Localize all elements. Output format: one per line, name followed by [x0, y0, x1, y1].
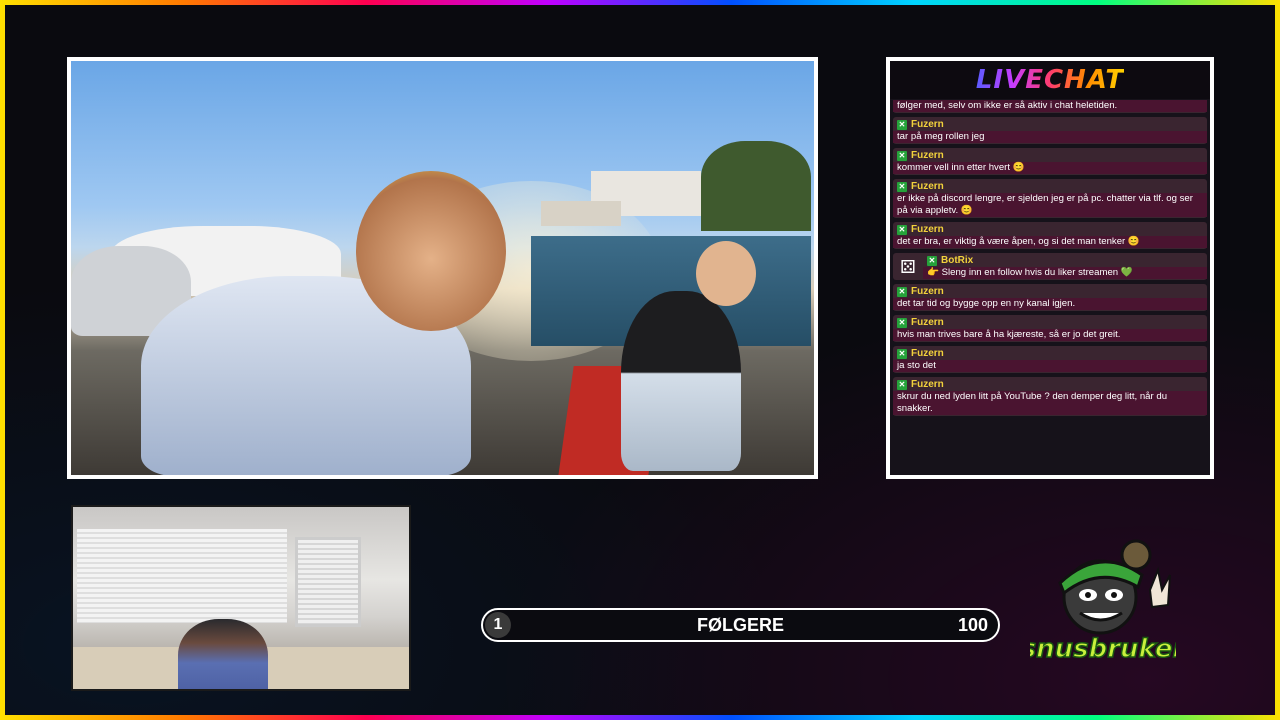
chat-username: Fuzern: [911, 150, 944, 161]
chat-username: BotRix: [941, 255, 974, 266]
chat-username: Fuzern: [911, 348, 944, 359]
user-badge-icon: ✕: [897, 181, 907, 192]
chat-message: ✕ Fuzern tar på meg rollen jeg: [893, 117, 1207, 144]
chat-message-text: hvis man trives bare å ha kjæreste, så e…: [893, 329, 1207, 341]
chat-username: Fuzern: [911, 286, 944, 297]
followers-label: FØLGERE: [696, 615, 784, 635]
chat-header: LIVECHAT: [890, 61, 1210, 99]
chat-message: ✕ Fuzern skrur du ned lyden litt på YouTu…: [893, 377, 1207, 416]
webcam-frame: [71, 505, 411, 691]
chat-message: ✕ Fuzern det tar tid og bygge opp en ny k…: [893, 284, 1207, 311]
window-blinds: [295, 537, 361, 627]
chat-username: Fuzern: [911, 181, 944, 192]
chat-message-text: 👉 Sleng inn en follow hvis du liker stre…: [923, 267, 1207, 279]
chat-username: Fuzern: [911, 119, 944, 130]
chat-message: følger med, selv om ikke er så aktiv i c…: [893, 100, 1207, 113]
user-badge-icon: ✕: [897, 286, 907, 297]
chat-message-text: ja sto det: [893, 360, 1207, 372]
chat-message-text: det er bra, er viktig å være åpen, og si…: [893, 236, 1207, 248]
chat-title: LIVECHAT: [975, 65, 1125, 95]
chat-username: Fuzern: [911, 224, 944, 235]
user-badge-icon: ✕: [897, 119, 907, 130]
logo-text: snusbruker: [1030, 634, 1176, 664]
user-badge-icon: ✕: [897, 224, 907, 235]
main-video-frame: [67, 57, 818, 479]
chat-message-text: følger med, selv om ikke er så aktiv i c…: [893, 100, 1207, 112]
chat-message: ✕ Fuzern hvis man trives bare å ha kjæres…: [893, 315, 1207, 342]
chat-message-text: kommer vell inn etter hvert 😊: [893, 162, 1207, 174]
snusbruker-logo: snusbruker: [1030, 539, 1176, 665]
chat-message-text: det tar tid og bygge opp en ny kanal igj…: [893, 298, 1207, 310]
user-badge-icon: ✕: [897, 317, 907, 328]
chat-message: ✕ Fuzern ja sto det: [893, 346, 1207, 373]
chat-message: ✕ Fuzern kommer vell inn etter hvert 😊: [893, 148, 1207, 175]
chat-message-text: er ikke på discord lengre, er sjelden je…: [893, 193, 1207, 217]
building: [541, 201, 621, 226]
chat-username: Fuzern: [911, 317, 944, 328]
chat-message: ✕ Fuzern er ikke på discord lengre, er sj…: [893, 179, 1207, 218]
chat-message-bot: ⚄ ✕ BotRix 👉 Sleng inn en follow hvis du …: [893, 253, 1207, 280]
person-right-head: [696, 241, 756, 306]
chat-message-list: følger med, selv om ikke er så aktiv i c…: [893, 99, 1207, 420]
window-blinds: [77, 529, 287, 623]
chat-message-text: skrur du ned lyden litt på YouTube ? den…: [893, 391, 1207, 415]
user-badge-icon: ✕: [897, 150, 907, 161]
followers-goal-bar: 1 FØLGERE 100: [481, 608, 1000, 642]
streamer: [178, 619, 268, 689]
chat-username: Fuzern: [911, 379, 944, 390]
main-video: [71, 61, 814, 475]
person-right: [621, 291, 741, 471]
trees: [701, 141, 811, 231]
chat-message-text: tar på meg rollen jeg: [893, 131, 1207, 143]
user-badge-icon: ✕: [897, 379, 907, 390]
followers-goal: 100: [957, 615, 988, 635]
chat-message: ✕ Fuzern det er bra, er viktig å være åpe…: [893, 222, 1207, 249]
user-badge-icon: ✕: [897, 348, 907, 359]
dice-icon: ⚄: [900, 257, 916, 277]
person-left-head: [356, 171, 506, 331]
livechat-panel: LIVECHAT følger med, selv om ikke er så …: [886, 57, 1214, 479]
user-badge-icon: ✕: [927, 255, 937, 266]
